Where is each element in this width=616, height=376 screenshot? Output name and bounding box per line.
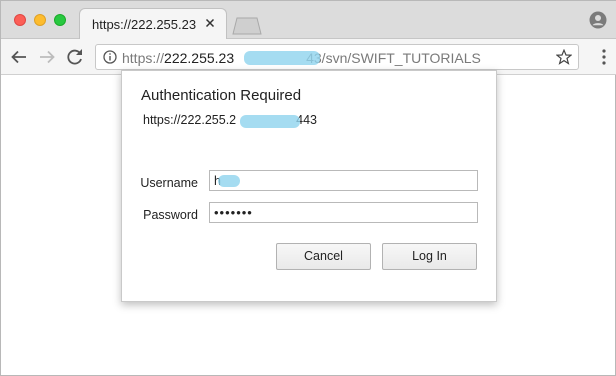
tab-strip: https://222.255.23: [1, 1, 616, 40]
dialog-title: Authentication Required: [141, 87, 302, 104]
close-window-button[interactable]: [14, 14, 26, 26]
more-menu-icon[interactable]: [601, 48, 607, 66]
info-icon[interactable]: [103, 50, 117, 64]
url-host: 222.255.23: [164, 50, 235, 66]
password-field[interactable]: •••••••: [209, 202, 478, 223]
origin-prefix: https://222.255.2: [143, 113, 237, 127]
reload-icon[interactable]: [65, 47, 85, 67]
close-icon[interactable]: [202, 15, 218, 31]
url-redaction: [244, 51, 320, 65]
password-label: Password: [143, 208, 198, 222]
url-path: 43/svn/SWIFT_TUTORIALS: [306, 50, 481, 66]
username-field[interactable]: h: [209, 170, 478, 191]
tab-active[interactable]: https://222.255.23: [79, 8, 227, 40]
browser-window: https://222.255.23 https://222.255.23 43/…: [0, 0, 616, 376]
new-tab-button[interactable]: [231, 17, 263, 35]
username-redaction: [218, 175, 240, 187]
username-label: Username: [140, 176, 198, 190]
back-arrow-icon[interactable]: [9, 47, 29, 67]
auth-dialog: Authentication Required https://222.255.…: [121, 70, 497, 302]
forward-arrow-icon[interactable]: [37, 47, 57, 67]
bookmark-star-icon[interactable]: [555, 48, 573, 65]
origin-redaction: [240, 115, 300, 128]
profile-icon[interactable]: [589, 11, 607, 29]
cancel-button[interactable]: Cancel: [276, 243, 371, 270]
url-scheme: https://: [122, 50, 165, 66]
login-button[interactable]: Log In: [382, 243, 477, 270]
zoom-window-button[interactable]: [54, 14, 66, 26]
minimize-window-button[interactable]: [34, 14, 46, 26]
address-bar[interactable]: https://222.255.23 43/svn/SWIFT_TUTORIALS: [95, 44, 579, 70]
tab-title: https://222.255.23: [92, 17, 197, 32]
